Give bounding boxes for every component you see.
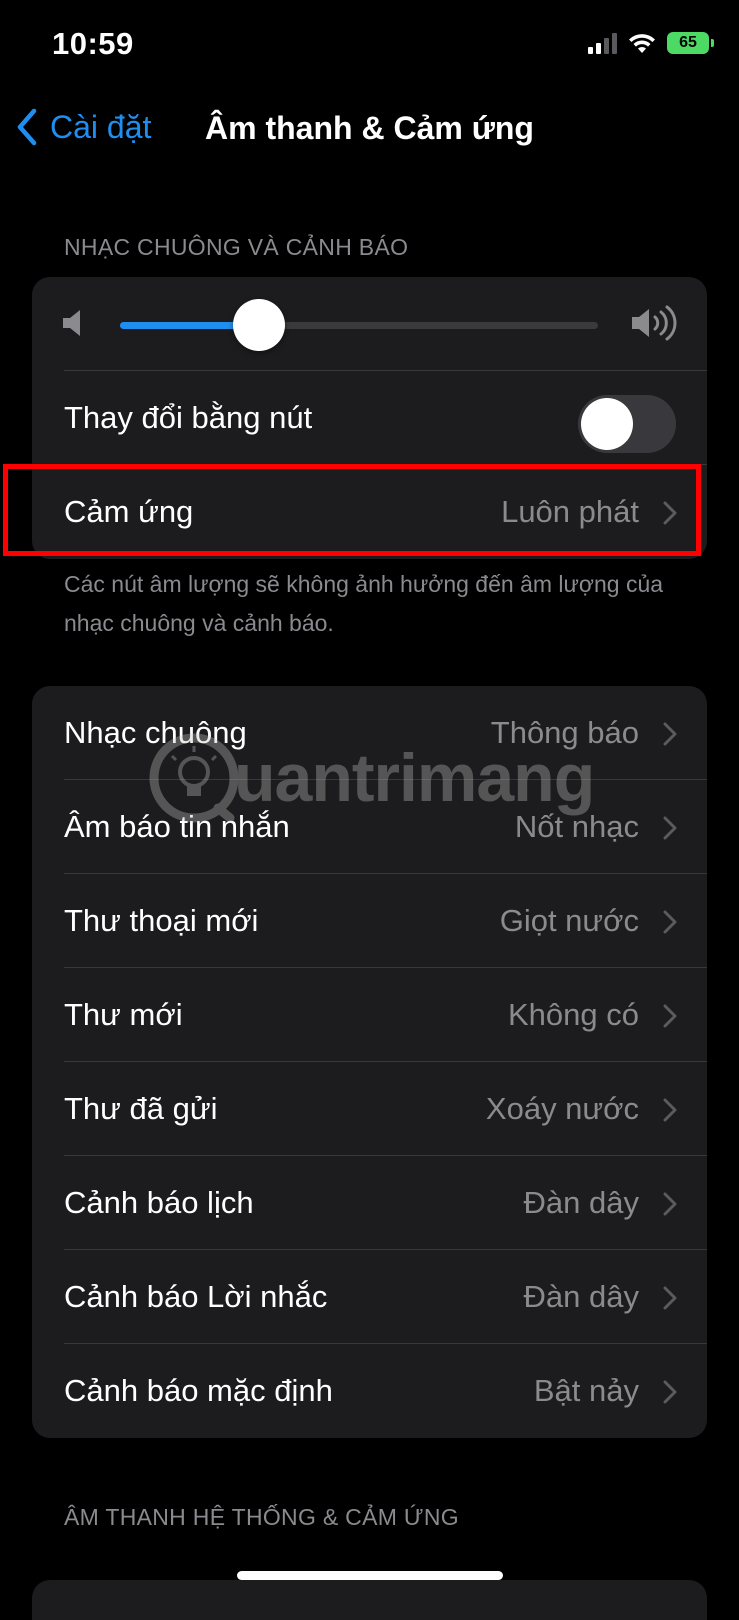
sound-row-value: Nốt nhạc xyxy=(514,809,639,844)
speaker-low-icon xyxy=(63,310,80,336)
toggle-knob xyxy=(581,398,633,450)
sound-row-label: Thư thoại mới xyxy=(64,903,259,938)
sound-row-reminder-alerts[interactable]: Cảnh báo Lời nhắc Đàn dây xyxy=(32,1250,707,1344)
sound-row-label: Thư đã gửi xyxy=(64,1091,218,1126)
sound-row-value: Bật nảy xyxy=(533,1373,639,1408)
chevron-right-icon xyxy=(663,1286,677,1310)
chevron-left-icon xyxy=(17,108,37,146)
back-button[interactable]: Cài đặt xyxy=(16,108,151,146)
sound-row-text-tone[interactable]: Âm báo tin nhắn Nốt nhạc xyxy=(32,780,707,874)
ringer-alerts-group: Thay đổi bằng nút Cảm ứng Luôn phát xyxy=(32,277,707,559)
haptics-value: Luôn phát xyxy=(501,494,639,529)
sound-row-sent-mail[interactable]: Thư đã gửi Xoáy nước xyxy=(32,1062,707,1156)
sound-row-label: Nhạc chuông xyxy=(64,715,247,750)
wifi-icon xyxy=(629,34,655,53)
chevron-right-icon xyxy=(663,1192,677,1216)
sound-row-value: Đàn dây xyxy=(523,1185,639,1220)
change-with-buttons-row: Thay đổi bằng nút xyxy=(32,371,707,465)
sound-row-new-mail[interactable]: Thư mới Không có xyxy=(32,968,707,1062)
sound-row-value: Giọt nước xyxy=(499,903,639,938)
cellular-signal-icon xyxy=(588,32,617,54)
chevron-right-icon xyxy=(663,910,677,934)
chevron-right-icon xyxy=(663,1380,677,1404)
sounds-group: Nhạc chuông Thông báo Âm báo tin nhắn Nố… xyxy=(32,686,707,1438)
sound-row-label: Âm báo tin nhắn xyxy=(64,809,290,844)
back-label: Cài đặt xyxy=(50,108,152,145)
speaker-high-icon xyxy=(632,305,677,341)
sound-row-label: Cảnh báo Lời nhắc xyxy=(64,1279,328,1314)
chevron-right-icon xyxy=(663,1004,677,1028)
system-sounds-group xyxy=(32,1580,707,1620)
chevron-right-icon xyxy=(663,1098,677,1122)
change-with-buttons-label: Thay đổi bằng nút xyxy=(64,400,313,435)
sound-row-label: Cảnh báo mặc định xyxy=(64,1373,333,1408)
section-header-system-sounds-haptics: ÂM THANH HỆ THỐNG & CẢM ỨNG xyxy=(64,1504,459,1530)
chevron-right-icon xyxy=(663,722,677,746)
volume-slider-thumb[interactable] xyxy=(232,299,285,351)
section-header-ringtones-alerts: NHẠC CHUÔNG VÀ CẢNH BÁO xyxy=(64,234,409,260)
sound-row-value: Xoáy nước xyxy=(485,1091,639,1126)
status-bar: 10:59 65 xyxy=(0,0,739,92)
sound-row-ringtone[interactable]: Nhạc chuông Thông báo xyxy=(32,686,707,780)
page-title: Âm thanh & Cảm ứng xyxy=(205,110,534,146)
haptics-label: Cảm ứng xyxy=(64,494,194,529)
volume-buttons-footer-note: Các nút âm lượng sẽ không ảnh hưởng đến … xyxy=(64,571,664,636)
volume-slider[interactable] xyxy=(120,322,598,329)
status-time: 10:59 xyxy=(52,26,134,61)
haptics-row[interactable]: Cảm ứng Luôn phát xyxy=(32,465,707,559)
sound-row-default-alerts[interactable]: Cảnh báo mặc định Bật nảy xyxy=(32,1344,707,1438)
sound-row-value: Thông báo xyxy=(490,715,639,750)
volume-slider-row xyxy=(32,277,707,371)
sound-row-calendar-alerts[interactable]: Cảnh báo lịch Đàn dây xyxy=(32,1156,707,1250)
chevron-right-icon xyxy=(663,816,677,840)
nav-bar: Cài đặt Âm thanh & Cảm ứng xyxy=(0,92,739,172)
sound-row-label: Thư mới xyxy=(64,997,183,1032)
sound-row-value: Không có xyxy=(508,997,639,1032)
battery-charging-icon: 65 xyxy=(667,32,714,54)
change-with-buttons-toggle[interactable] xyxy=(578,395,676,453)
status-icons: 65 xyxy=(588,32,714,54)
home-indicator[interactable] xyxy=(237,1571,503,1580)
sound-row-label: Cảnh báo lịch xyxy=(64,1185,254,1220)
chevron-right-icon xyxy=(663,501,677,525)
sound-row-new-voicemail[interactable]: Thư thoại mới Giọt nước xyxy=(32,874,707,968)
battery-level: 65 xyxy=(679,34,697,51)
sound-row-value: Đàn dây xyxy=(523,1279,639,1314)
